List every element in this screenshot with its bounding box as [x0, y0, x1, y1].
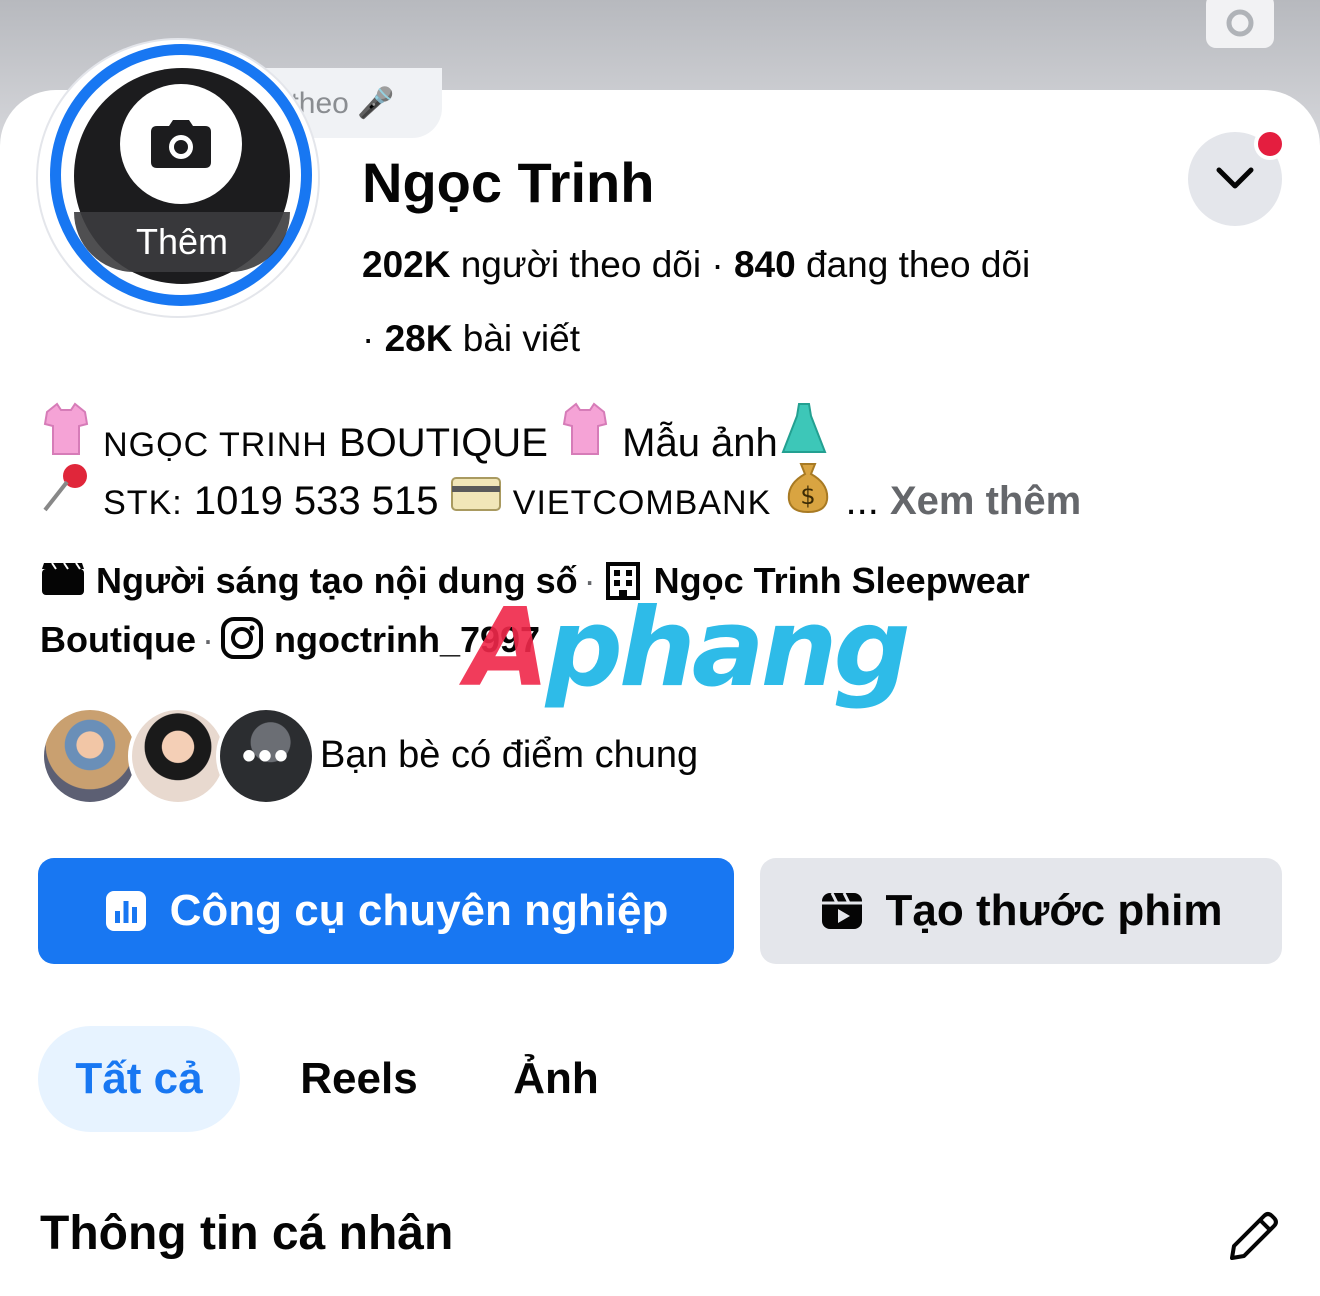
- tshirt-emoji: [559, 402, 611, 466]
- section-title: Thông tin cá nhân: [40, 1207, 454, 1260]
- profile-name: Ngọc Trinh: [362, 151, 655, 214]
- camera-icon: [151, 120, 211, 168]
- edit-button[interactable]: [1224, 1208, 1282, 1266]
- notification-dot: [1254, 128, 1286, 160]
- reel-icon: [821, 892, 862, 929]
- tshirt-emoji: [40, 402, 92, 466]
- instagram-icon: [220, 616, 264, 669]
- bio-ellipsis: ...: [845, 479, 879, 523]
- bio-model: Mẫu ảnh: [622, 421, 778, 465]
- professional-tools-button[interactable]: Công cụ chuyên nghiệp: [38, 858, 734, 964]
- avatar-camera-button[interactable]: [120, 84, 242, 204]
- see-more-link[interactable]: Xem thêm: [890, 479, 1081, 523]
- watermark-rest: phang: [545, 586, 911, 711]
- mutual-friends-text[interactable]: Bạn bè có điểm chung: [320, 734, 698, 777]
- watermark-a: A: [466, 586, 550, 711]
- following-label[interactable]: đang theo dõi: [806, 244, 1030, 285]
- avatar-add-label[interactable]: Thêm: [74, 212, 290, 272]
- tab-photos[interactable]: Ảnh: [508, 1026, 604, 1132]
- create-reel-label: Tạo thước phim: [885, 886, 1223, 935]
- meta-separator: ·: [201, 619, 214, 661]
- bio-line-1: NGỌC TRINH BOUTIQUE Mẫu ảnh: [40, 402, 830, 466]
- pushpin-emoji: [40, 460, 92, 524]
- mutual-friend-avatar: [40, 706, 140, 806]
- bio-account-number: 1019 533 515: [193, 479, 439, 523]
- posts-count: 28K: [384, 318, 453, 359]
- camera-icon: [1226, 9, 1254, 37]
- business-name-cont[interactable]: Boutique: [40, 619, 196, 660]
- posts-label: bài viết: [462, 318, 581, 359]
- more-dots-icon: •••: [241, 733, 290, 778]
- tab-reels[interactable]: Reels: [294, 1026, 424, 1132]
- cover-camera-button[interactable]: [1206, 0, 1274, 48]
- followers-count[interactable]: 202K: [362, 244, 450, 285]
- svg-text:$: $: [801, 482, 816, 510]
- chart-icon: [105, 891, 146, 931]
- mutual-friend-more: •••: [216, 706, 316, 806]
- chevron-down-icon: [1216, 167, 1254, 189]
- tab-all[interactable]: Tất cả: [38, 1026, 240, 1132]
- bio-bank: VIETCOMBANK: [512, 484, 772, 522]
- mutual-friend-avatar: [128, 706, 228, 806]
- stats-separator: ·: [362, 318, 385, 359]
- following-count[interactable]: 840: [734, 244, 796, 285]
- stats-separator: ·: [711, 244, 734, 285]
- followers-label[interactable]: người theo dõi: [461, 244, 701, 285]
- post-stats: · 28K bài viết: [362, 318, 580, 360]
- professional-tools-label: Công cụ chuyên nghiệp: [169, 886, 669, 935]
- bio-brand: NGỌC TRINH: [103, 426, 328, 464]
- bio-line-2: STK: 1019 533 515 VIETCOMBANK $ ... Xem …: [40, 460, 1081, 524]
- follow-stats: 202K người theo dõi · 840 đang theo dõi: [362, 244, 1030, 286]
- pencil-icon: [1230, 1212, 1278, 1260]
- watermark-logo: Aphang: [466, 586, 911, 711]
- money-bag-emoji: $: [782, 460, 834, 524]
- bio-stk-label: STK:: [103, 484, 183, 522]
- create-reel-button[interactable]: Tạo thước phim: [760, 858, 1282, 964]
- credit-card-emoji: [450, 474, 502, 524]
- clapperboard-icon: [40, 561, 86, 606]
- bio-boutique: BOUTIQUE: [338, 421, 548, 465]
- dress-emoji: [778, 402, 830, 466]
